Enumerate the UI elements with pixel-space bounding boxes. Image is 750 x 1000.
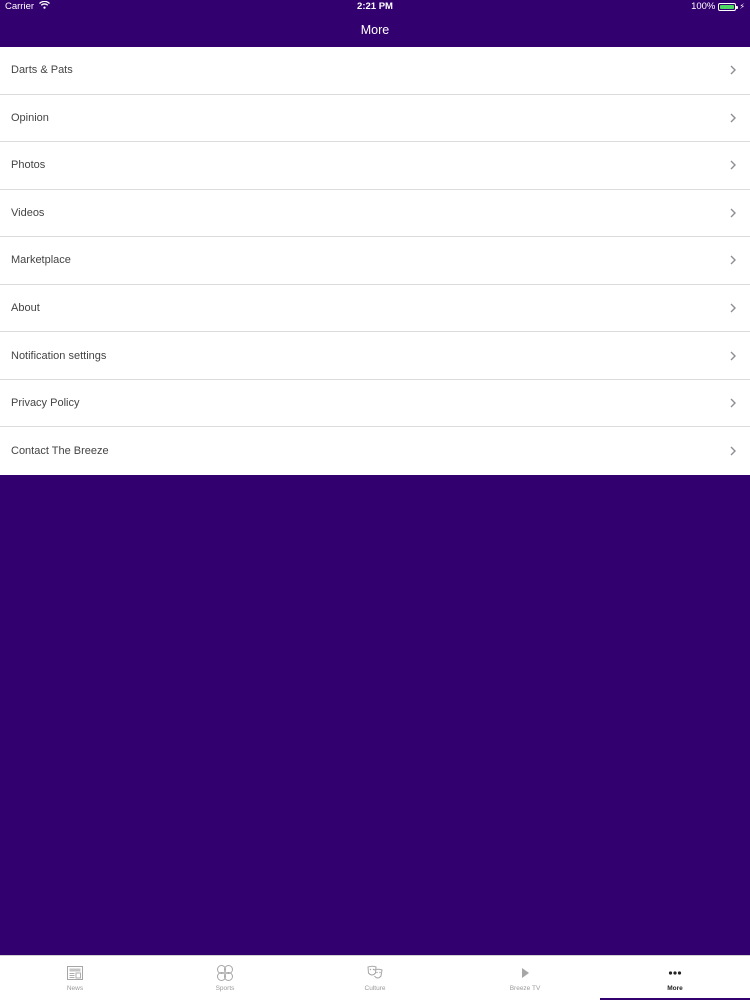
page-title: More	[360, 23, 390, 37]
menu-item-label: Videos	[11, 206, 45, 219]
menu-item-videos[interactable]: Videos	[0, 190, 750, 238]
chevron-right-icon	[730, 65, 736, 75]
tab-label: News	[66, 985, 84, 992]
chevron-right-icon	[730, 303, 736, 313]
menu-item-label: Photos	[11, 159, 46, 172]
tab-label: Breeze TV	[509, 985, 541, 992]
menu-item-photos[interactable]: Photos	[0, 142, 750, 190]
menu-item-label: Contact The Breeze	[11, 445, 109, 458]
nav-bar: More	[0, 14, 750, 47]
menu-item-contact-the-breeze[interactable]: Contact The Breeze	[0, 427, 750, 475]
chevron-right-icon	[730, 446, 736, 456]
chevron-right-icon	[730, 351, 736, 361]
tab-label: Culture	[364, 985, 386, 992]
menu-item-label: Privacy Policy	[11, 397, 80, 410]
more-menu-list: Darts & Pats Opinion Photos Videos Marke…	[0, 47, 750, 475]
tab-sports[interactable]: Sports	[150, 956, 300, 1000]
tab-label: More	[667, 985, 683, 992]
charging-icon: ⚡	[739, 2, 745, 11]
newspaper-icon	[67, 966, 83, 980]
menu-item-opinion[interactable]: Opinion	[0, 95, 750, 143]
chevron-right-icon	[730, 398, 736, 408]
menu-item-about[interactable]: About	[0, 285, 750, 333]
chevron-right-icon	[730, 208, 736, 218]
tab-culture[interactable]: Culture	[300, 956, 450, 1000]
battery-fill	[720, 5, 735, 9]
theater-masks-icon	[367, 965, 383, 979]
play-icon	[522, 968, 529, 978]
menu-item-marketplace[interactable]: Marketplace	[0, 237, 750, 285]
menu-item-label: Notification settings	[11, 349, 107, 362]
menu-item-notification-settings[interactable]: Notification settings	[0, 332, 750, 380]
menu-item-label: About	[11, 302, 40, 314]
tab-more[interactable]: More	[600, 956, 750, 1000]
status-bar: Carrier 2:21 PM 100% ⚡	[0, 0, 750, 14]
menu-item-privacy-policy[interactable]: Privacy Policy	[0, 380, 750, 428]
menu-item-darts-pats[interactable]: Darts & Pats	[0, 47, 750, 95]
chevron-right-icon	[730, 255, 736, 265]
tab-label: Sports	[215, 985, 235, 992]
chevron-right-icon	[730, 113, 736, 123]
menu-item-label: Darts & Pats	[11, 64, 73, 77]
more-dots-icon	[668, 971, 682, 975]
tab-news[interactable]: News	[0, 956, 150, 1000]
menu-item-label: Marketplace	[11, 254, 71, 267]
clock: 2:21 PM	[357, 1, 393, 12]
tab-breeze-tv[interactable]: Breeze TV	[450, 956, 600, 1000]
status-right: 100% ⚡	[691, 0, 745, 14]
menu-item-label: Opinion	[11, 111, 49, 124]
battery-icon	[718, 3, 739, 11]
chevron-right-icon	[730, 160, 736, 170]
battery-percent: 100%	[691, 1, 716, 12]
sports-icon	[217, 965, 233, 981]
tab-bar: News Sports Culture Breeze TV More	[0, 955, 750, 1000]
